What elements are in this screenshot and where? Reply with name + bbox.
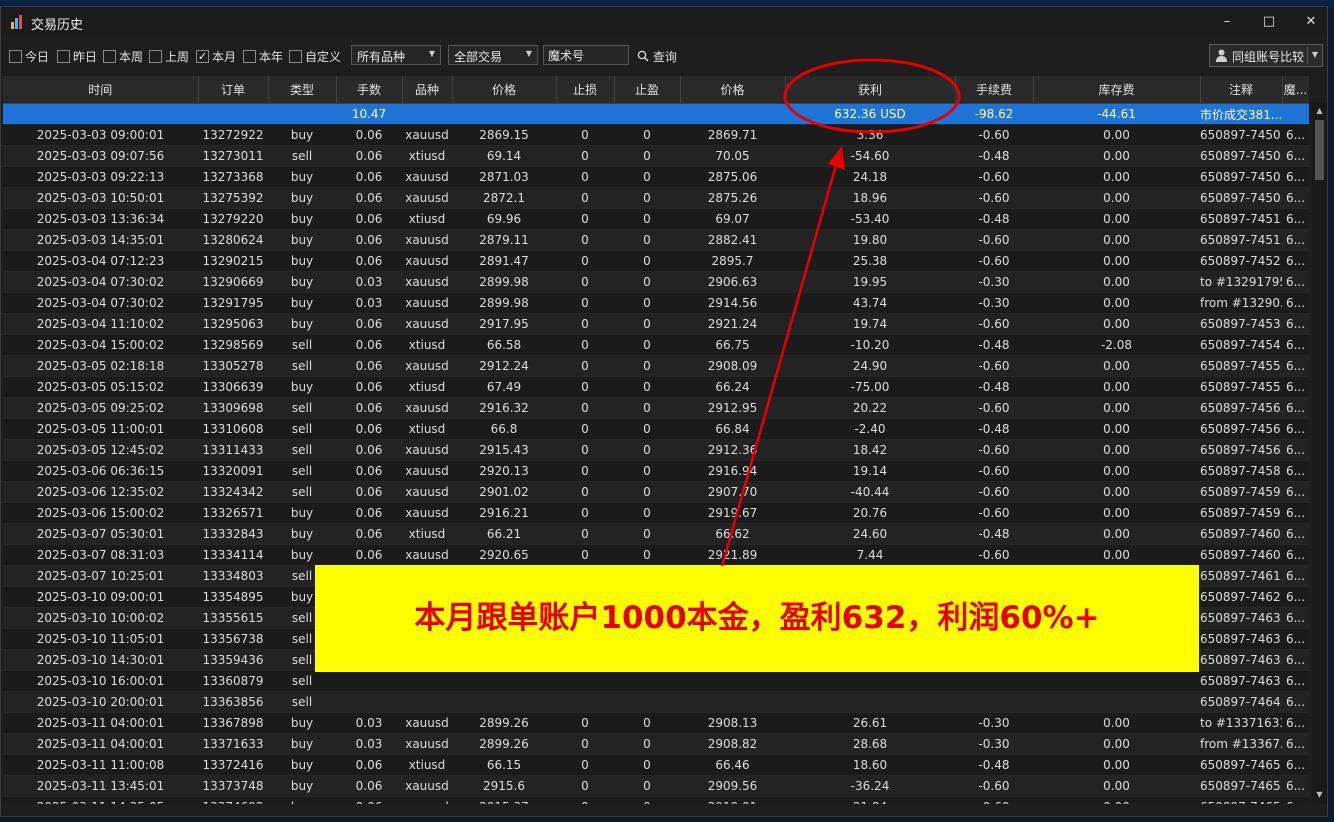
annotation-overlay (720, 58, 961, 567)
annotation-ellipse (783, 58, 961, 134)
annotation-arrow-line (720, 157, 840, 567)
annotation-arrowhead (828, 146, 845, 170)
